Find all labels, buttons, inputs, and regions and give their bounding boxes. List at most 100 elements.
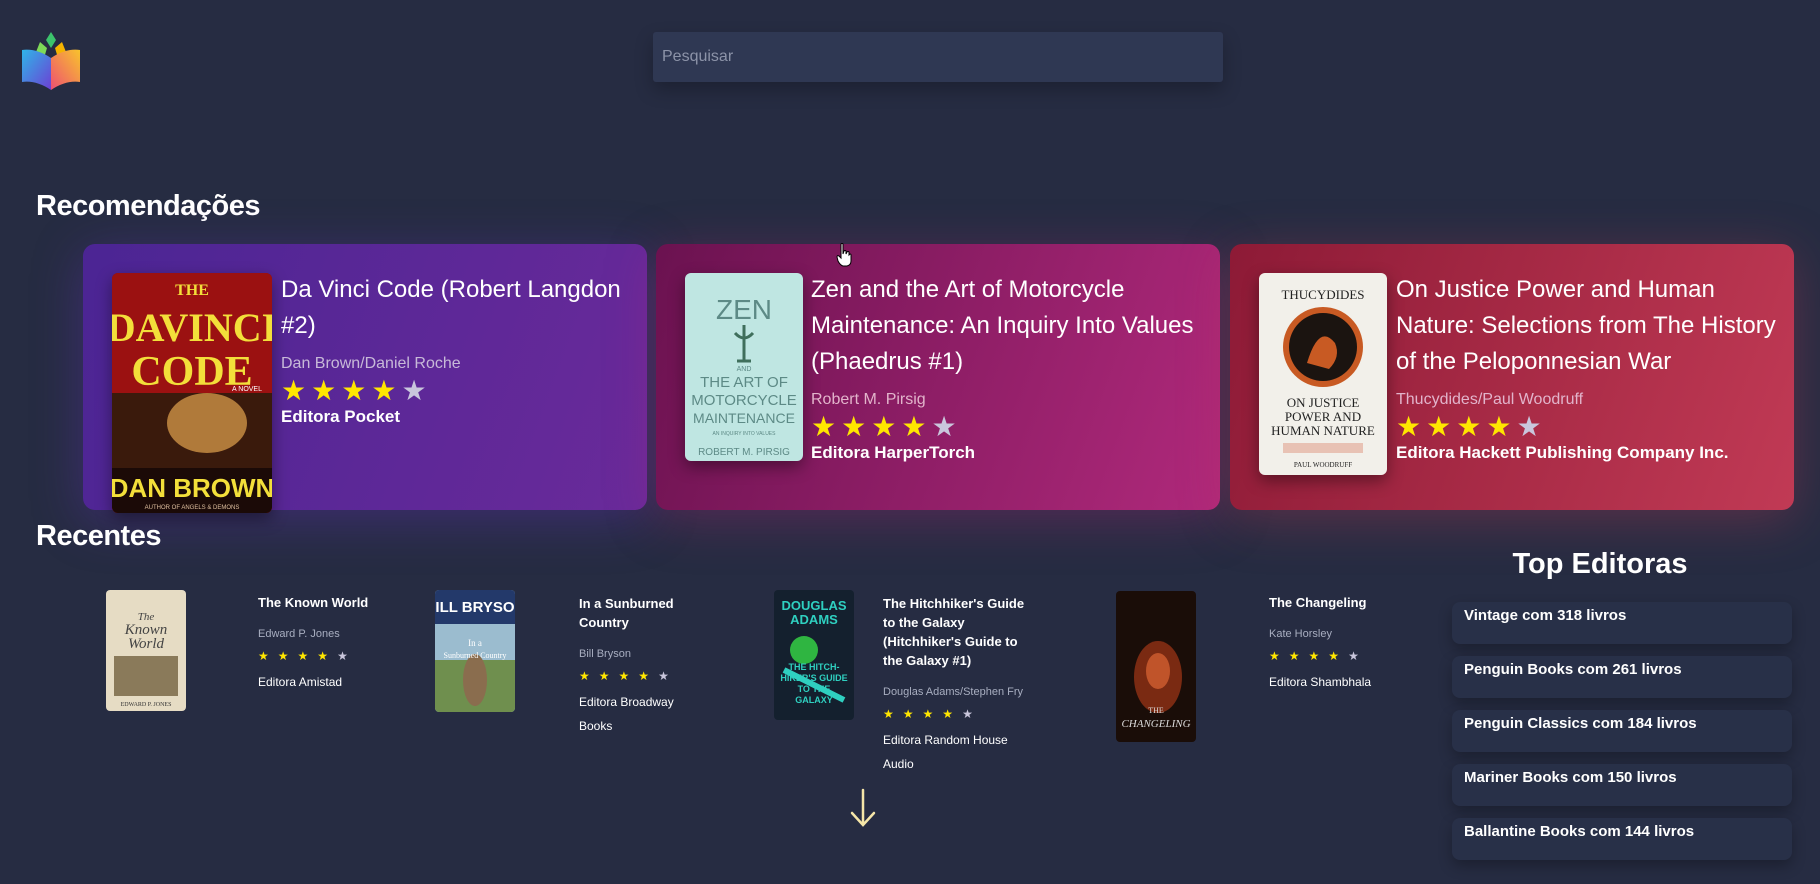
rating-stars: ★ ★ ★ ★ ★ (1269, 649, 1389, 663)
cover-text: HUMAN NATURE (1271, 423, 1375, 438)
cover-text: PAUL WOODRUFF (1294, 461, 1352, 469)
star-icon: ★ (901, 411, 932, 442)
star-icon: ★ (311, 375, 342, 406)
book-title[interactable]: The Known World (258, 593, 418, 612)
book-publisher: Editora Random House Audio (883, 733, 1008, 771)
star-icon: ★ (931, 411, 962, 442)
star-icon: ★ (841, 411, 872, 442)
star-icon: ★ (1516, 411, 1547, 442)
book-publisher: Editora HarperTorch (811, 443, 976, 462)
book-cover[interactable]: ZEN AND THE ART OF MOTORCYCLE MAINTENANC… (685, 273, 803, 461)
book-title[interactable]: Zen and the Art of Motorcycle Maintenanc… (811, 272, 1202, 380)
cover-text: AN INQUIRY INTO VALUES (713, 431, 777, 437)
book-title[interactable]: Da Vinci Code (Robert Langdon #2) (281, 272, 629, 344)
arrow-down-icon[interactable] (848, 788, 878, 828)
book-cover[interactable]: The Known World EDWARD P. JONES (106, 590, 186, 711)
cover-text: ADAMS (790, 612, 838, 627)
cover-text: THE (175, 282, 209, 299)
list-item[interactable]: Ballantine Books com 144 livros (1452, 818, 1792, 860)
star-icon: ★ (902, 707, 923, 721)
cover-text: ROBERT M. PIRSIG (698, 447, 790, 458)
rating-stars: ★ ★ ★ ★ ★ (281, 376, 629, 406)
cover-text: In a (468, 638, 482, 648)
star-icon: ★ (401, 375, 432, 406)
cover-text: THUCYDIDES (1281, 287, 1364, 302)
star-icon: ★ (1426, 411, 1457, 442)
star-icon: ★ (1328, 649, 1349, 663)
star-icon: ★ (281, 375, 312, 406)
book-cover[interactable]: BILL BRYSON In a Sunburned Country (435, 590, 515, 712)
recent-heading: Recentes (36, 520, 161, 552)
book-publisher: Editora Hackett Publishing Company Inc. (1396, 443, 1729, 462)
cover-text: ZEN (716, 294, 772, 325)
cover-text: THE (1148, 706, 1164, 715)
star-icon: ★ (598, 669, 619, 683)
rating-stars: ★ ★ ★ ★ ★ (258, 649, 418, 663)
list-item[interactable]: Vintage com 318 livros (1452, 602, 1792, 644)
cover-text: AUTHOR OF ANGELS & DEMONS (145, 505, 240, 511)
book-publisher: Editora Amistad (258, 675, 343, 689)
open-book-logo-icon[interactable] (20, 28, 82, 90)
recommendation-card[interactable]: THE DAVINCI CODE A NOVEL DAN BROWN AUTHO… (83, 244, 647, 513)
star-icon: ★ (1486, 411, 1517, 442)
cover-text: THE ART OF (700, 374, 788, 391)
star-icon: ★ (942, 707, 963, 721)
cover-text: World (128, 636, 165, 652)
cover-text: DAVINCI (112, 305, 272, 350)
cover-text: BILL BRYSON (435, 599, 515, 616)
cover-text: DOUGLAS (782, 598, 847, 613)
star-icon: ★ (277, 649, 298, 663)
book-cover[interactable]: THE DAVINCI CODE A NOVEL DAN BROWN AUTHO… (112, 273, 272, 513)
star-icon: ★ (922, 707, 943, 721)
list-item[interactable]: Penguin Classics com 184 livros (1452, 710, 1792, 752)
star-icon: ★ (341, 375, 372, 406)
star-icon: ★ (317, 649, 338, 663)
star-icon: ★ (297, 649, 318, 663)
book-author: Kate Horsley (1269, 628, 1332, 640)
book-cover[interactable]: THUCYDIDES ON JUSTICE POWER AND HUMAN NA… (1259, 273, 1387, 475)
star-icon: ★ (579, 669, 599, 683)
rating-stars: ★ ★ ★ ★ ★ (811, 412, 1202, 442)
rating-stars: ★ ★ ★ ★ ★ (1396, 412, 1776, 442)
book-title[interactable]: The Changeling (1269, 593, 1389, 612)
cover-text: MAINTENANCE (693, 410, 795, 426)
top-publishers-heading: Top Editoras (1512, 548, 1688, 580)
star-icon: ★ (962, 707, 982, 721)
star-icon: ★ (883, 707, 903, 721)
cover-text: ON JUSTICE (1287, 395, 1360, 410)
top-publishers-list: Vintage com 318 livros Penguin Books com… (1452, 602, 1792, 872)
star-icon: ★ (1396, 411, 1427, 442)
star-icon: ★ (618, 669, 639, 683)
cover-text: POWER AND (1285, 409, 1361, 424)
star-icon: ★ (871, 411, 902, 442)
cover-text: CHANGELING (1121, 718, 1190, 730)
book-cover[interactable]: DOUGLAS ADAMS THE HITCH-HIKER'S GUIDE TO… (774, 590, 854, 720)
book-publisher: Editora Broadway Books (579, 695, 674, 733)
book-publisher: Editora Pocket (281, 407, 401, 426)
book-cover[interactable]: THE CHANGELING (1116, 591, 1196, 742)
cover-text: DAN BROWN (112, 473, 272, 503)
book-author: Bill Bryson (579, 648, 631, 660)
recommendation-card[interactable]: THUCYDIDES ON JUSTICE POWER AND HUMAN NA… (1230, 244, 1794, 510)
cover-text: AND (737, 366, 752, 373)
star-icon: ★ (337, 649, 357, 663)
cover-text: MOTORCYCLE (691, 392, 797, 409)
cover-text: Sunburned Country (444, 651, 507, 660)
star-icon: ★ (1308, 649, 1329, 663)
list-item[interactable]: Mariner Books com 150 livros (1452, 764, 1792, 806)
book-title[interactable]: The Hitchhiker's Guide to the Galaxy (Hi… (883, 594, 1033, 670)
star-icon: ★ (1288, 649, 1309, 663)
book-author: Douglas Adams/Stephen Fry (883, 686, 1024, 698)
star-icon: ★ (1269, 649, 1289, 663)
recommendation-card[interactable]: ZEN AND THE ART OF MOTORCYCLE MAINTENANC… (656, 244, 1220, 510)
search-input[interactable] (653, 32, 1223, 82)
book-title[interactable]: On Justice Power and Human Nature: Selec… (1396, 272, 1776, 380)
book-author: Edward P. Jones (258, 628, 340, 640)
rating-stars: ★ ★ ★ ★ ★ (579, 669, 699, 683)
cover-text: A NOVEL (232, 386, 262, 393)
book-author: Dan Brown/Daniel Roche (281, 355, 461, 372)
list-item[interactable]: Penguin Books com 261 livros (1452, 656, 1792, 698)
cover-text: EDWARD P. JONES (121, 702, 172, 708)
book-title[interactable]: In a Sunburned Country (579, 594, 699, 632)
star-icon: ★ (371, 375, 402, 406)
